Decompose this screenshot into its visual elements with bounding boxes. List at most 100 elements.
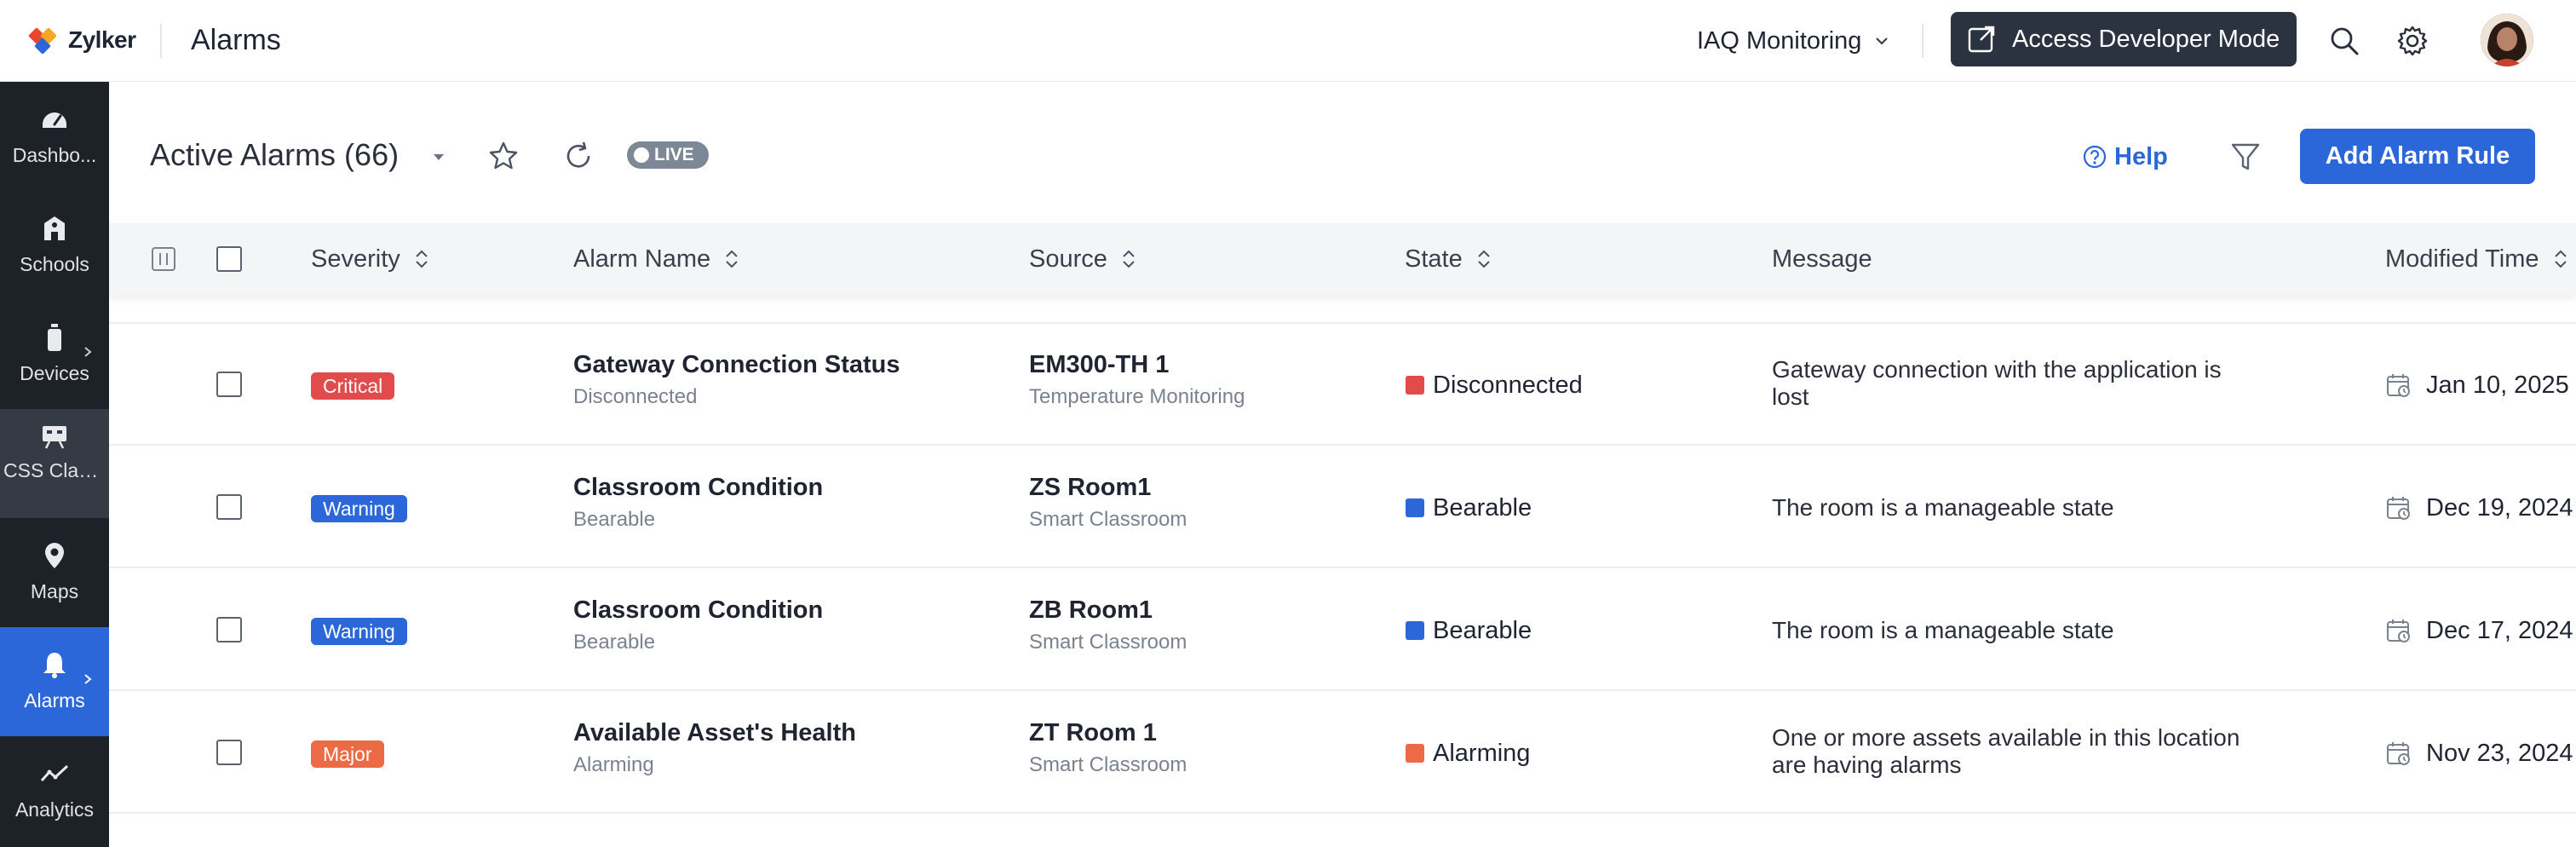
source-subtitle: Temperature Monitoring [1029,385,1245,408]
table-row[interactable]: Warning Classroom Condition Bearable ZS Roo… [109,447,2576,568]
column-header-label: Message [1772,245,1872,273]
sort-icon [726,250,738,268]
classroom-icon [43,426,66,449]
state-label: Bearable [1433,493,1532,521]
question-circle-icon [2083,145,2107,169]
alarm-name[interactable]: Gateway Connection Status [573,351,900,379]
help-link[interactable]: Help [2082,140,2168,174]
column-header-source[interactable]: Source [1029,223,1138,295]
search-icon[interactable] [2326,22,2363,60]
live-label: LIVE [654,145,694,164]
sidebar-item-alarms[interactable]: Alarms [0,627,109,736]
row-checkbox[interactable] [216,740,242,765]
table-row[interactable]: Major Available Asset's Health Alarming ZT … [109,692,2576,814]
live-toggle[interactable]: LIVE [627,141,709,169]
toggle-knob [634,147,649,163]
select-all-checkbox[interactable] [216,246,242,272]
refresh-icon[interactable] [562,140,595,172]
source-subtitle: Smart Classroom [1029,508,1187,531]
sidebar-item-analytics[interactable]: Analytics [0,736,109,845]
chevron-down-icon [1876,37,1889,45]
alarm-subtitle: Alarming [573,753,654,776]
state-color-square [1406,498,1424,517]
modified-time-label: Dec 17, 2024 2 [2426,616,2576,644]
column-settings-icon[interactable] [150,245,177,273]
column-header-label: Severity [311,245,400,273]
calendar-clock-icon [2387,374,2410,397]
alarm-subtitle: Bearable [573,508,656,531]
row-checkbox[interactable] [216,617,242,642]
modified-time: Jan 10, 2025 1 [2385,366,2576,404]
sort-icon [416,250,428,268]
sidebar-item-dashboard[interactable]: Dashbo... [0,82,109,191]
analytics-icon [40,764,69,782]
table-row[interactable]: Critical Gateway Connection Status Disconn… [109,324,2576,446]
sidebar-item-label: Analytics [14,798,95,821]
help-label: Help [2114,142,2168,170]
column-header-severity[interactable]: Severity [311,223,431,295]
developer-mode-button[interactable]: Access Developer Mode [1951,12,2297,66]
sidebar-item-maps[interactable]: Maps [0,518,109,627]
avatar[interactable] [2481,14,2533,66]
chevron-right-icon [84,347,92,357]
external-link-icon [1968,26,1995,53]
alarm-message: Gateway connection with the application … [1772,356,2222,410]
alarm-name[interactable]: Available Asset's Health [573,719,856,747]
modified-time: Dec 17, 2024 2 [2385,612,2576,649]
column-header-label: Source [1029,245,1107,273]
sidebar-item-schools[interactable]: Schools [0,191,109,300]
caret-down-icon[interactable] [426,140,451,172]
map-pin-icon [45,543,64,568]
page-title: Active Alarms (66) [150,137,400,172]
source-subtitle: Smart Classroom [1029,753,1187,776]
divider [160,24,162,58]
column-header-state[interactable]: State [1405,223,1493,295]
sidebar-item-label: CSS Classro... [3,459,109,481]
sidebar: Dashbo... Schools Devices CSS Classro... [0,82,109,847]
application-selector-label: IAQ Monitoring [1697,26,1862,55]
modified-time-label: Nov 23, 2024 [2426,739,2573,767]
source-name[interactable]: ZT Room 1 [1029,719,1157,747]
sidebar-item-devices[interactable]: Devices [0,300,109,409]
filter-icon[interactable] [2228,140,2263,174]
source-name[interactable]: EM300-TH 1 [1029,351,1169,379]
alarm-message: The room is a manageable state [1772,617,2114,643]
sidebar-item-label: Dashbo... [12,144,97,166]
application-selector[interactable]: IAQ Monitoring [1697,22,1890,60]
state-label: Bearable [1433,616,1532,644]
alarm-subtitle: Bearable [573,631,656,654]
row-checkbox[interactable] [216,494,242,520]
column-header-message: Message [1772,223,1872,295]
calendar-clock-icon [2387,742,2410,765]
add-alarm-rule-button[interactable]: Add Alarm Rule [2300,129,2535,184]
row-checkbox[interactable] [216,372,242,397]
sort-icon [1123,250,1135,268]
sidebar-item-label: Devices [20,362,89,384]
state-indicator: Alarming [1406,736,1530,770]
state-indicator: Bearable [1406,491,1532,525]
alarm-name[interactable]: Classroom Condition [573,474,823,502]
school-icon [44,216,65,240]
alarm-name[interactable]: Classroom Condition [573,596,823,625]
alarm-message: One or more assets available in this loc… [1772,724,2240,778]
table-row[interactable]: Warning Classroom Condition Bearable ZB Roo… [109,569,2576,691]
gear-icon[interactable] [2394,22,2431,60]
brand[interactable]: Zylker [27,19,136,61]
app-title: Alarms [191,24,281,56]
chevron-right-icon [84,674,92,684]
sidebar-item-label: Maps [30,580,79,602]
table-header: Severity Alarm Name Source State Message… [109,223,2576,295]
divider [1922,24,1923,58]
star-icon[interactable] [487,140,520,172]
sidebar-item-label: Schools [20,253,89,275]
column-header-alarm-name[interactable]: Alarm Name [573,223,741,295]
column-header-label: State [1405,245,1463,273]
alarm-message: The room is a manageable state [1772,494,2114,521]
sidebar-item-css-classroom[interactable]: CSS Classro... [0,409,109,518]
severity-badge: Major [311,740,384,768]
source-name[interactable]: ZS Room1 [1029,474,1151,502]
modified-time-label: Dec 19, 2024 [2426,493,2573,521]
column-header-modified-time[interactable]: Modified Time [2385,223,2570,295]
source-subtitle: Smart Classroom [1029,631,1187,654]
source-name[interactable]: ZB Room1 [1029,596,1153,625]
